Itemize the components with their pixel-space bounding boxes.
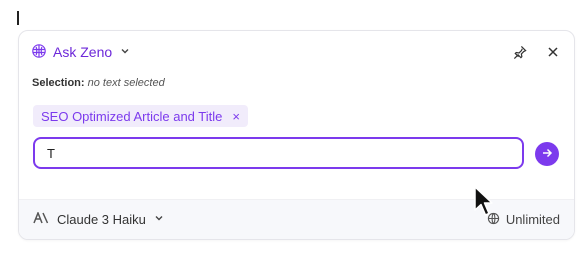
anthropic-icon [33,210,49,227]
ask-zeno-dropdown[interactable]: Ask Zeno [31,43,130,62]
close-icon[interactable] [544,43,562,61]
prompt-chip-label: SEO Optimized Article and Title [41,108,223,124]
prompt-input[interactable] [45,144,512,162]
prompt-chip[interactable]: SEO Optimized Article and Title × [33,105,248,127]
selection-value: no text selected [87,77,165,89]
send-button[interactable] [535,142,559,166]
chevron-down-icon [120,46,130,59]
model-label: Claude 3 Haiku [57,212,146,227]
pin-icon[interactable] [510,43,528,61]
usage-indicator: Unlimited [487,212,560,228]
chip-remove-button[interactable]: × [232,109,240,124]
model-selector[interactable]: Claude 3 Haiku [33,210,164,227]
panel-header: Ask Zeno [31,41,562,63]
ask-zeno-label: Ask Zeno [53,44,113,60]
brain-icon [31,43,47,62]
selection-label: Selection: [32,77,85,89]
usage-label: Unlimited [505,212,560,227]
chevron-down-icon [154,213,164,226]
selection-info: Selection: no text selected [32,77,165,89]
arrow-right-icon [541,147,553,162]
document-text-caret [17,11,19,25]
prompt-input-wrapper [33,137,524,169]
mouse-pointer-icon [474,186,493,216]
header-actions [510,43,562,61]
